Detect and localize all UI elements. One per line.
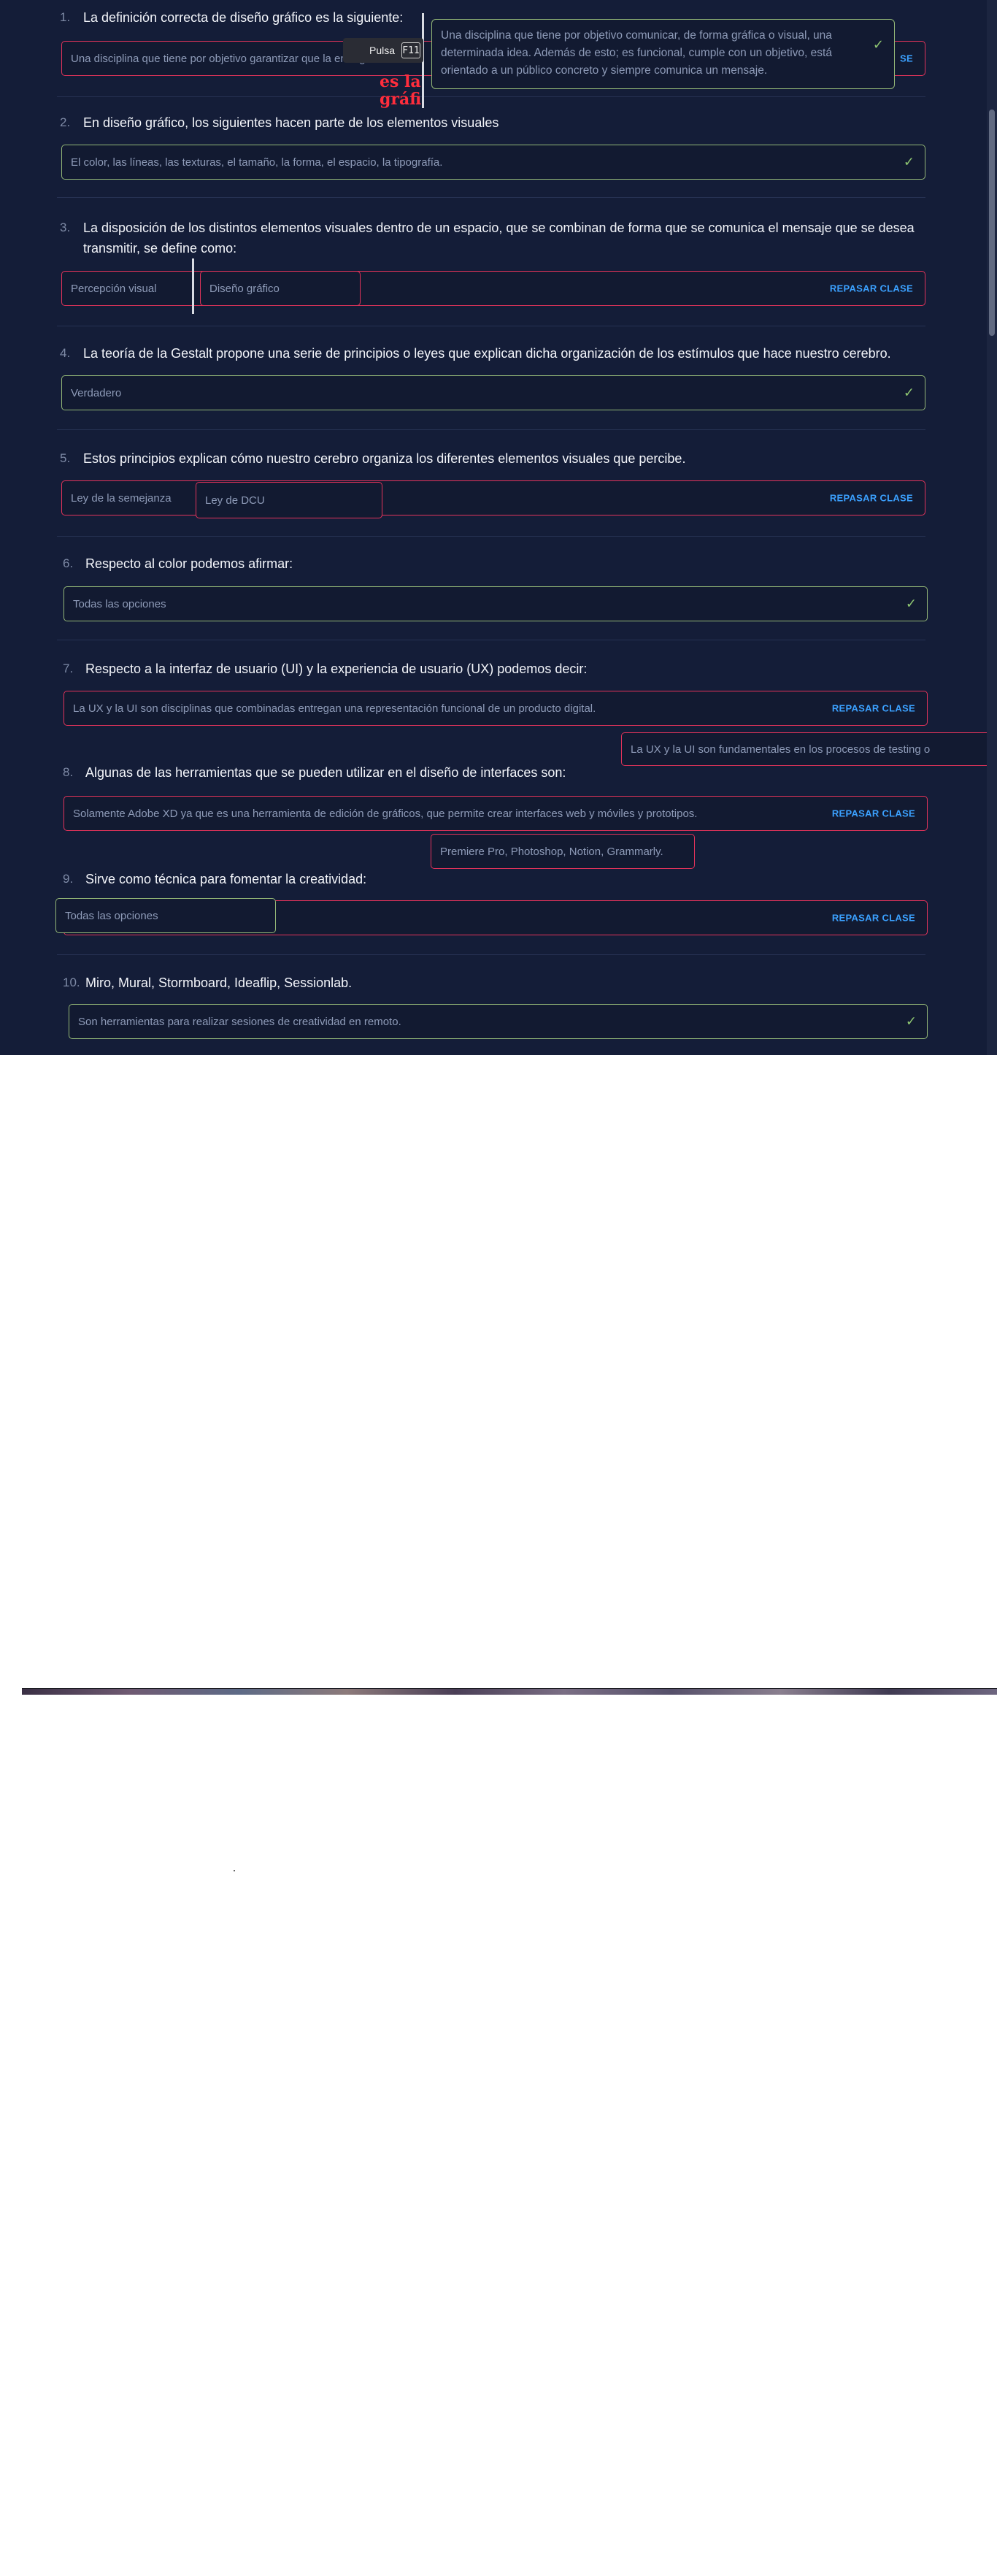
dragged-option-text: Todas las opciones [65, 909, 158, 922]
question-number: 9. [63, 872, 74, 886]
overlay-red-text: es la gráfi [380, 72, 422, 109]
divider [57, 197, 925, 198]
question-number: 5. [60, 451, 71, 465]
review-class-link[interactable]: REPASAR CLASE [832, 913, 915, 924]
video-frame-edge [22, 1688, 997, 1689]
dragged-option-text: Premiere Pro, Photoshop, Notion, Grammar… [440, 845, 663, 858]
answer-option[interactable]: Percepción visual REPASAR CLASE [61, 271, 925, 306]
question-number: 1. [60, 10, 71, 24]
dragged-option[interactable]: Todas las opciones [55, 898, 276, 933]
check-icon: ✓ [872, 37, 884, 52]
video-frame-strip [22, 1688, 997, 1695]
dragged-option-text: La UX y la UI son fundamentales en los p… [631, 743, 931, 756]
answer-option[interactable]: La UX y la UI son disciplinas que combin… [63, 691, 928, 726]
answer-option[interactable]: Verdadero ✓ [61, 375, 925, 410]
review-class-link[interactable]: REPASAR CLASE [830, 493, 913, 504]
question-text: Respecto al color podemos afirmar: [85, 556, 293, 571]
dragged-answer-text: Una disciplina que tiene por objetivo co… [441, 29, 832, 77]
answer-option[interactable]: Ley de la semejanza REPASAR CLASE [61, 480, 925, 515]
divider [57, 954, 925, 955]
divider [57, 96, 925, 97]
question-text: Miro, Mural, Stormboard, Ideaflip, Sessi… [85, 975, 353, 990]
review-class-link[interactable]: REPASAR CLASE [830, 283, 913, 294]
check-icon: ✓ [905, 596, 917, 611]
check-icon: ✓ [903, 154, 915, 169]
hint-text: Pulsa [369, 45, 396, 56]
dragged-option[interactable]: Ley de DCU [196, 482, 382, 518]
dragged-option-text: Ley de DCU [205, 494, 265, 507]
answer-option[interactable]: Todas las opciones ✓ [63, 586, 928, 621]
question-number: 7. [63, 662, 74, 675]
question-number: 6. [63, 556, 74, 570]
dragged-answer-card[interactable]: Una disciplina que tiene por objetivo co… [431, 19, 895, 89]
question-number: 4. [60, 346, 71, 360]
answer-text: Verdadero [71, 386, 122, 399]
scrollbar-thumb[interactable] [989, 110, 995, 336]
answer-text: Todas las opciones [73, 597, 166, 610]
question-number: 10. [63, 975, 80, 989]
answer-text: El color, las líneas, las texturas, el t… [71, 156, 443, 169]
review-class-link[interactable]: REPASAR CLASE [832, 703, 915, 714]
answer-option[interactable]: El color, las líneas, las texturas, el t… [61, 145, 925, 180]
review-class-link[interactable]: REPASAR CLASE [832, 808, 915, 819]
check-icon: ✓ [905, 1013, 917, 1029]
question-text: Algunas de las herramientas que se puede… [85, 765, 566, 780]
answer-option[interactable]: Son herramientas para realizar sesiones … [69, 1004, 928, 1039]
question-text: Sirve como técnica para fomentar la crea… [85, 872, 367, 886]
answer-text: Percepción visual [71, 282, 157, 295]
divider [57, 429, 925, 430]
question-text: La disposición de los distintos elemento… [83, 221, 915, 256]
answer-text: La UX y la UI son disciplinas que combin… [73, 702, 596, 715]
stray-dot [234, 1870, 235, 1871]
question-text: Respecto a la interfaz de usuario (UI) y… [85, 662, 588, 676]
dragged-option-text: Diseño gráfico [209, 282, 280, 295]
question-number: 8. [63, 765, 74, 779]
key-badge: F11 [401, 42, 420, 58]
question-text: Estos principios explican cómo nuestro c… [83, 451, 686, 466]
answer-text: Son herramientas para realizar sesiones … [78, 1015, 401, 1028]
question-number: 2. [60, 115, 71, 129]
divider [57, 536, 925, 537]
question-text: En diseño gráfico, los siguientes hacen … [83, 115, 499, 130]
fullscreen-hint: Pulsa F11 [343, 38, 423, 63]
quiz-panel: 1. La definición correcta de diseño gráf… [0, 0, 987, 1055]
drag-cursor [192, 258, 194, 314]
answer-text: Una disciplina que tiene por objetivo ga… [71, 52, 372, 65]
answer-text: Solamente Adobe XD ya que es una herrami… [73, 807, 698, 820]
review-class-link[interactable]: SE [900, 53, 913, 64]
question-number: 3. [60, 221, 71, 234]
answer-text: Ley de la semejanza [71, 491, 172, 505]
dragged-option[interactable]: Diseño gráfico [200, 271, 361, 306]
question-text: La definición correcta de diseño gráfico… [83, 10, 404, 25]
dragged-option[interactable]: Premiere Pro, Photoshop, Notion, Grammar… [431, 834, 695, 869]
check-icon: ✓ [903, 385, 915, 400]
dragged-option[interactable]: La UX y la UI son fundamentales en los p… [621, 732, 987, 766]
question-text: La teoría de la Gestalt propone una seri… [83, 346, 891, 361]
answer-option[interactable]: Solamente Adobe XD ya que es una herrami… [63, 796, 928, 831]
